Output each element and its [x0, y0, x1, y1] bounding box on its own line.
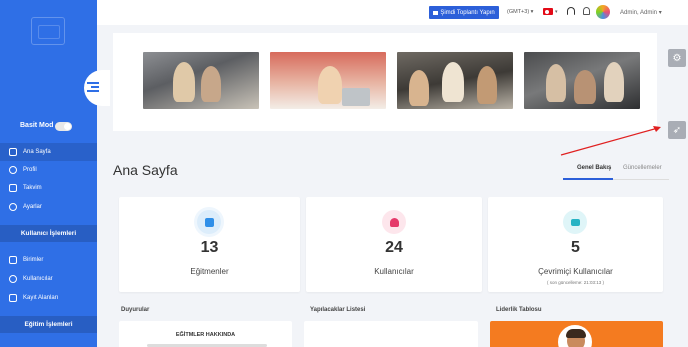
- user-icon: [382, 210, 406, 234]
- headset-icon[interactable]: [567, 7, 575, 15]
- rocket-float-button[interactable]: ➶: [668, 121, 686, 139]
- announcements-panel: EĞİTMLER HAKKINDA: [119, 321, 292, 347]
- todo-title: Yapılacaklar Listesi: [310, 307, 366, 313]
- stat-label: Çevrimiçi Kullanıcılar: [538, 267, 613, 276]
- users-icon: [9, 275, 17, 283]
- top-bar: Şimdi Toplantı Yapın (GMT+3) ▾ ▾ Admin, …: [97, 0, 688, 25]
- gear-icon: [9, 203, 17, 211]
- user-icon: [9, 166, 17, 174]
- sidebar: Basit Mod Ana Sayfa Profil Takvim Ayarla…: [0, 0, 97, 347]
- gear-icon: ⚙: [672, 52, 682, 64]
- banner-photo: [143, 52, 259, 109]
- sidebar-item-label: Kayıt Alanları: [23, 295, 59, 301]
- section-user-operations: Kullanıcı İşlemleri: [0, 225, 97, 242]
- sidebar-item-label: Birimler: [23, 257, 44, 263]
- calendar-icon: [9, 184, 17, 192]
- stat-value: 13: [200, 239, 219, 256]
- settings-float-button[interactable]: ⚙: [668, 49, 686, 67]
- sidebar-item-calendar[interactable]: Takvim: [0, 179, 97, 197]
- last-updated-text: ( son güncelleme: 21:03:13 ): [546, 280, 605, 285]
- announcements-title: Duyurular: [121, 307, 150, 313]
- meet-now-label: Şimdi Toplantı Yapın: [440, 9, 495, 16]
- sidebar-item-label: Ayarlar: [23, 204, 42, 210]
- sidebar-item-profile[interactable]: Profil: [0, 161, 97, 179]
- tab-overview[interactable]: Genel Bakış: [577, 165, 611, 171]
- stat-label: Kullanıcılar: [374, 267, 414, 276]
- sidebar-item-label: Kullanıcılar: [23, 276, 53, 282]
- sidebar-item-users[interactable]: Kullanıcılar: [0, 270, 97, 288]
- units-icon: [9, 256, 17, 264]
- rocket-icon: ➶: [672, 124, 682, 136]
- sidebar-item-units[interactable]: Birimler: [0, 251, 97, 269]
- stat-value: 5: [571, 239, 580, 256]
- language-flag-icon[interactable]: [543, 8, 553, 15]
- book-icon: [197, 210, 221, 234]
- user-name: Admin, Admin: [620, 10, 658, 16]
- basic-mode-label: Basit Mod: [20, 122, 54, 129]
- sidebar-item-settings[interactable]: Ayarlar: [0, 198, 97, 216]
- section-education-operations: Eğitim İşlemleri: [0, 316, 97, 333]
- chevron-down-icon: ▾: [555, 9, 558, 15]
- meet-now-button[interactable]: Şimdi Toplantı Yapın: [429, 6, 499, 19]
- stat-card-online-users[interactable]: 5 Çevrimiçi Kullanıcılar ( son güncellem…: [488, 197, 663, 292]
- tab-updates[interactable]: Güncellemeler: [623, 165, 662, 171]
- form-icon: [9, 294, 17, 302]
- banner: [113, 33, 657, 131]
- announcement-heading[interactable]: EĞİTMLER HAKKINDA: [119, 332, 292, 338]
- basic-mode-toggle[interactable]: [55, 122, 72, 131]
- banner-photo: [397, 52, 513, 109]
- sidebar-item-home[interactable]: Ana Sayfa: [0, 143, 97, 161]
- logo[interactable]: [31, 17, 65, 45]
- stat-label: Eğitmenler: [190, 267, 229, 276]
- stat-card-users[interactable]: 24 Kullanıcılar: [306, 197, 482, 292]
- banner-photo: [524, 52, 640, 109]
- bell-icon[interactable]: [583, 7, 590, 15]
- menu-icon: [87, 82, 99, 92]
- stat-card-instructors[interactable]: 13 Eğitmenler: [119, 197, 300, 292]
- banner-photo: [270, 52, 386, 109]
- annotation-arrow: [560, 126, 661, 156]
- active-tab-indicator: [563, 178, 613, 180]
- sidebar-item-label: Profil: [23, 167, 37, 173]
- todo-panel: [304, 321, 478, 347]
- sidebar-item-registration-fields[interactable]: Kayıt Alanları: [0, 289, 97, 307]
- home-icon: [9, 148, 17, 156]
- timezone-selector[interactable]: (GMT+3) ▾: [507, 9, 533, 15]
- stat-value: 24: [385, 239, 403, 256]
- sidebar-item-label: Takvim: [23, 185, 42, 191]
- video-camera-icon: [433, 10, 439, 15]
- monitor-icon: [563, 210, 587, 234]
- page-title: Ana Sayfa: [113, 162, 178, 178]
- sidebar-item-label: Ana Sayfa: [23, 149, 51, 155]
- avatar[interactable]: [596, 5, 610, 19]
- leaderboard-title: Liderlik Tablosu: [496, 307, 542, 313]
- user-menu[interactable]: Admin, Admin ▾: [620, 9, 662, 16]
- timezone-label: (GMT+3): [507, 9, 530, 15]
